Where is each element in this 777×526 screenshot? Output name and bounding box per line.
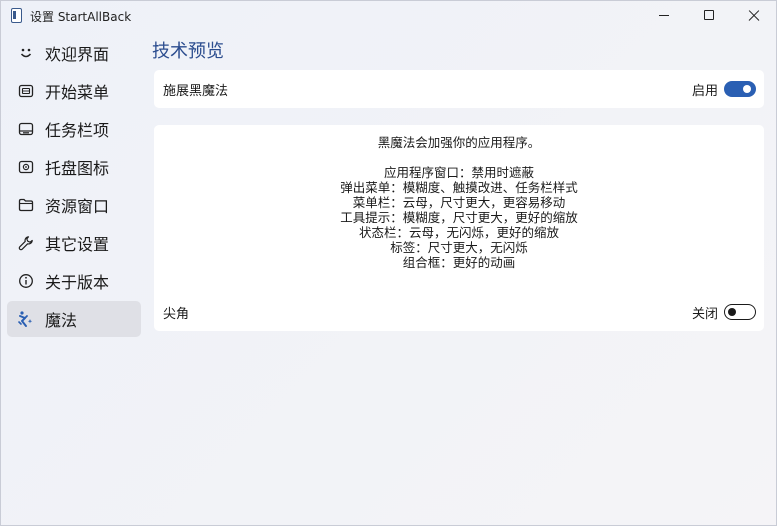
- sidebar-item-label: 关于版本: [45, 273, 110, 292]
- settings-window: 设置 StartAllBack 欢迎界面 开始菜单 任务栏项 托盘图标 资源窗口…: [0, 0, 777, 526]
- description-line: 弹出菜单：模糊度、触摸改进、任务栏样式: [340, 180, 578, 195]
- magic-description: 黑魔法会加强你的应用程序。 应用程序窗口：禁用时遮蔽 弹出菜单：模糊度、触摸改进…: [154, 135, 764, 270]
- description-line: 应用程序窗口：禁用时遮蔽: [383, 165, 534, 180]
- description-line: 菜单栏：云母，尺寸更大，更容易移动: [352, 195, 566, 210]
- description-intro: 黑魔法会加强你的应用程序。: [377, 135, 541, 150]
- sidebar-item-tray[interactable]: 托盘图标: [7, 149, 141, 185]
- wrench-icon: [7, 225, 45, 261]
- sidebar-nav: 欢迎界面 开始菜单 任务栏项 托盘图标 资源窗口 其它设置 关于版本 魔法: [7, 35, 141, 339]
- description-line: 状态栏：云母，无闪烁，更好的缩放: [358, 225, 559, 240]
- title-bar[interactable]: 设置 StartAllBack: [1, 1, 776, 31]
- magic-details-card: 黑魔法会加强你的应用程序。 应用程序窗口：禁用时遮蔽 弹出菜单：模糊度、触摸改进…: [154, 125, 764, 331]
- sidebar-item-label: 其它设置: [45, 235, 110, 254]
- info-icon: [7, 263, 45, 299]
- black-magic-label: 施展黑魔法: [163, 84, 229, 99]
- black-magic-state-label: 启用: [692, 84, 719, 99]
- toggle-knob: [728, 307, 736, 316]
- minimize-button[interactable]: [641, 1, 687, 31]
- sidebar-item-taskbar[interactable]: 任务栏项: [7, 111, 141, 147]
- sharp-corners-label: 尖角: [163, 307, 190, 322]
- close-icon: [747, 9, 761, 23]
- sidebar-item-explorer[interactable]: 资源窗口: [7, 187, 141, 223]
- maximize-button[interactable]: [687, 1, 733, 31]
- sidebar-item-label: 托盘图标: [45, 159, 110, 178]
- maximize-icon: [704, 10, 714, 20]
- close-button[interactable]: [731, 1, 777, 31]
- start-menu-icon: [7, 73, 45, 109]
- page-title: 技术预览: [152, 41, 224, 62]
- sidebar-item-label: 魔法: [45, 311, 78, 330]
- minimize-icon: [659, 15, 669, 16]
- toggle-knob: [743, 85, 751, 93]
- smiley-icon: [7, 35, 45, 71]
- sidebar-item-label: 任务栏项: [45, 121, 110, 140]
- sharp-corners-state-label: 关闭: [692, 307, 719, 322]
- sharp-corners-toggle[interactable]: [724, 304, 756, 320]
- sidebar-item-start-menu[interactable]: 开始菜单: [7, 73, 141, 109]
- tray-icon: [7, 149, 45, 185]
- window-title: 设置 StartAllBack: [30, 10, 132, 24]
- sidebar-item-welcome[interactable]: 欢迎界面: [7, 35, 141, 71]
- sidebar-item-label: 资源窗口: [45, 197, 110, 216]
- folder-icon: [7, 187, 45, 223]
- startallback-app-icon: [11, 8, 22, 23]
- description-line: 标签：尺寸更大，无闪烁: [390, 240, 528, 255]
- sidebar-item-other-settings[interactable]: 其它设置: [7, 225, 141, 261]
- magic-icon: [7, 301, 45, 337]
- sidebar-item-about[interactable]: 关于版本: [7, 263, 141, 299]
- black-magic-toggle[interactable]: [724, 81, 756, 97]
- sidebar-item-label: 开始菜单: [45, 83, 110, 102]
- taskbar-icon: [7, 111, 45, 147]
- description-line: 工具提示：模糊度，尺寸更大，更好的缩放: [340, 210, 578, 225]
- description-line: 组合框：更好的动画: [402, 255, 516, 270]
- black-magic-setting-card: 施展黑魔法 启用: [154, 70, 764, 108]
- sidebar-item-magic[interactable]: 魔法: [7, 301, 141, 337]
- sidebar-item-label: 欢迎界面: [45, 45, 110, 64]
